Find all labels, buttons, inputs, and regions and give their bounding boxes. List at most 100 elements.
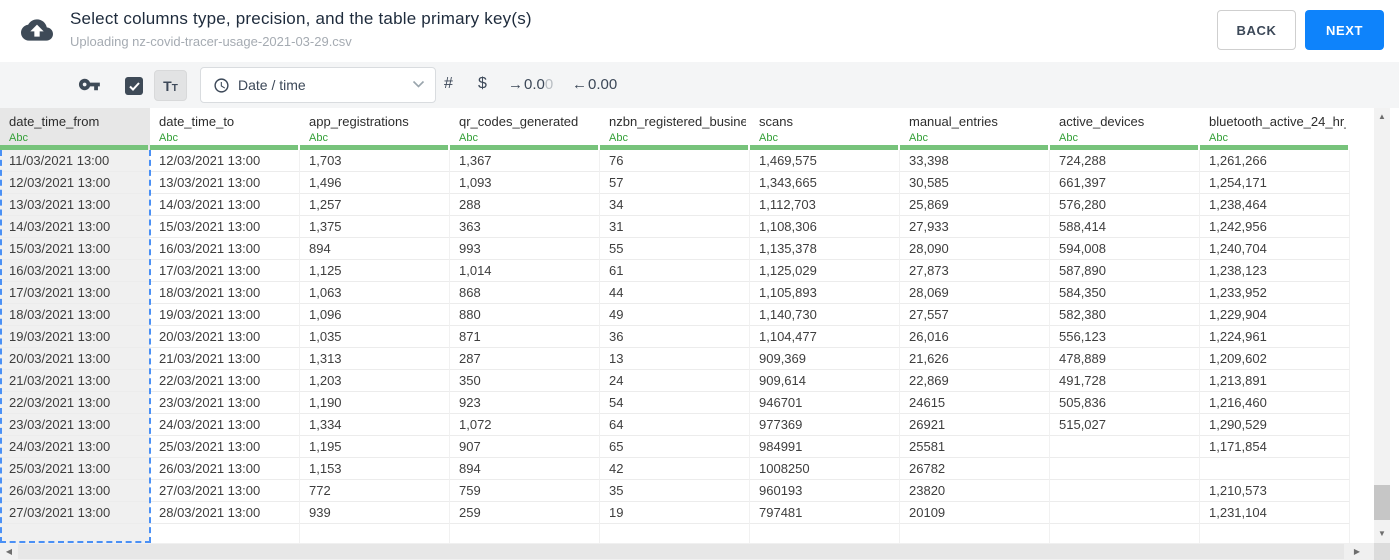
table-cell[interactable]: 14/03/2021 13:00: [150, 194, 300, 216]
table-cell[interactable]: 28,090: [900, 238, 1050, 260]
column-header-nzbn_registered_busine[interactable]: nzbn_registered_busine Abc: [600, 108, 750, 150]
table-cell[interactable]: 1,290,529: [1200, 414, 1350, 436]
table-cell[interactable]: 21,626: [900, 348, 1050, 370]
table-cell[interactable]: 16/03/2021 13:00: [150, 238, 300, 260]
table-cell[interactable]: 25/03/2021 13:00: [0, 458, 150, 480]
table-cell[interactable]: 515,027: [1050, 414, 1200, 436]
table-cell[interactable]: 24/03/2021 13:00: [150, 414, 300, 436]
table-cell[interactable]: 1,242,956: [1200, 216, 1350, 238]
table-cell[interactable]: 1,014: [450, 260, 600, 282]
vertical-scrollbar[interactable]: ▲ ▼: [1374, 108, 1390, 543]
scroll-right-icon[interactable]: ▶: [1350, 543, 1364, 560]
table-cell[interactable]: 588,414: [1050, 216, 1200, 238]
table-cell[interactable]: 1,153: [300, 458, 450, 480]
table-cell[interactable]: 20/03/2021 13:00: [0, 348, 150, 370]
table-cell[interactable]: 64: [600, 414, 750, 436]
table-cell[interactable]: 23820: [900, 480, 1050, 502]
table-cell[interactable]: 31: [600, 216, 750, 238]
table-cell[interactable]: 1,367: [450, 150, 600, 172]
table-cell[interactable]: 1,140,730: [750, 304, 900, 326]
table-cell[interactable]: 23/03/2021 13:00: [150, 392, 300, 414]
scroll-up-icon[interactable]: ▲: [1374, 110, 1390, 124]
table-cell[interactable]: 18/03/2021 13:00: [150, 282, 300, 304]
table-cell[interactable]: 909,369: [750, 348, 900, 370]
table-cell[interactable]: [1050, 524, 1200, 543]
vertical-scrollbar-thumb[interactable]: [1374, 485, 1390, 520]
table-cell[interactable]: 61: [600, 260, 750, 282]
table-cell[interactable]: 1,108,306: [750, 216, 900, 238]
table-cell[interactable]: 24: [600, 370, 750, 392]
table-cell[interactable]: [1050, 458, 1200, 480]
table-cell[interactable]: 977369: [750, 414, 900, 436]
table-cell[interactable]: 30,585: [900, 172, 1050, 194]
table-cell[interactable]: 16/03/2021 13:00: [0, 260, 150, 282]
table-cell[interactable]: 1,343,665: [750, 172, 900, 194]
table-cell[interactable]: 57: [600, 172, 750, 194]
table-cell[interactable]: 1,203: [300, 370, 450, 392]
table-cell[interactable]: 960193: [750, 480, 900, 502]
scroll-left-icon[interactable]: ◀: [2, 543, 16, 560]
table-cell[interactable]: 26921: [900, 414, 1050, 436]
table-cell[interactable]: 576,280: [1050, 194, 1200, 216]
table-cell[interactable]: 287: [450, 348, 600, 370]
table-cell[interactable]: 505,836: [1050, 392, 1200, 414]
table-cell[interactable]: 759: [450, 480, 600, 502]
primary-key-icon[interactable]: [78, 75, 102, 95]
column-header-date_time_from[interactable]: date_time_from Abc: [0, 108, 150, 150]
table-cell[interactable]: 15/03/2021 13:00: [150, 216, 300, 238]
table-cell[interactable]: 363: [450, 216, 600, 238]
table-cell[interactable]: 1,104,477: [750, 326, 900, 348]
table-cell[interactable]: 1,135,378: [750, 238, 900, 260]
table-cell[interactable]: [1200, 524, 1350, 543]
table-cell[interactable]: 24615: [900, 392, 1050, 414]
table-cell[interactable]: 1,703: [300, 150, 450, 172]
table-cell[interactable]: 1,229,904: [1200, 304, 1350, 326]
table-cell[interactable]: 11/03/2021 13:00: [0, 150, 150, 172]
table-cell[interactable]: 1,224,961: [1200, 326, 1350, 348]
table-cell[interactable]: 22/03/2021 13:00: [0, 392, 150, 414]
table-cell[interactable]: 1,233,952: [1200, 282, 1350, 304]
table-cell[interactable]: [750, 524, 900, 543]
table-cell[interactable]: 1,171,854: [1200, 436, 1350, 458]
table-cell[interactable]: [300, 524, 450, 543]
table-cell[interactable]: 25,869: [900, 194, 1050, 216]
table-cell[interactable]: 20/03/2021 13:00: [150, 326, 300, 348]
table-cell[interactable]: 1,213,891: [1200, 370, 1350, 392]
table-cell[interactable]: 491,728: [1050, 370, 1200, 392]
column-header-app_registrations[interactable]: app_registrations Abc: [300, 108, 450, 150]
table-cell[interactable]: [0, 524, 150, 543]
table-cell[interactable]: 49: [600, 304, 750, 326]
table-cell[interactable]: 15/03/2021 13:00: [0, 238, 150, 260]
table-cell[interactable]: 259: [450, 502, 600, 524]
table-cell[interactable]: 1,334: [300, 414, 450, 436]
table-cell[interactable]: 33,398: [900, 150, 1050, 172]
table-cell[interactable]: 871: [450, 326, 600, 348]
table-cell[interactable]: 894: [300, 238, 450, 260]
table-cell[interactable]: 17/03/2021 13:00: [0, 282, 150, 304]
table-cell[interactable]: 65: [600, 436, 750, 458]
table-cell[interactable]: 1,105,893: [750, 282, 900, 304]
table-cell[interactable]: 21/03/2021 13:00: [0, 370, 150, 392]
table-cell[interactable]: 1,063: [300, 282, 450, 304]
table-cell[interactable]: 1,261,266: [1200, 150, 1350, 172]
table-cell[interactable]: 27,557: [900, 304, 1050, 326]
table-cell[interactable]: [1050, 480, 1200, 502]
table-cell[interactable]: 1,210,573: [1200, 480, 1350, 502]
table-cell[interactable]: 587,890: [1050, 260, 1200, 282]
table-cell[interactable]: 1,125: [300, 260, 450, 282]
table-cell[interactable]: 724,288: [1050, 150, 1200, 172]
table-cell[interactable]: [600, 524, 750, 543]
table-cell[interactable]: 13: [600, 348, 750, 370]
table-cell[interactable]: 984991: [750, 436, 900, 458]
table-cell[interactable]: 19/03/2021 13:00: [150, 304, 300, 326]
table-cell[interactable]: 26,016: [900, 326, 1050, 348]
table-cell[interactable]: 44: [600, 282, 750, 304]
table-cell[interactable]: 797481: [750, 502, 900, 524]
currency-type-button[interactable]: $: [478, 75, 487, 93]
column-header-qr_codes_generated[interactable]: qr_codes_generated Abc: [450, 108, 600, 150]
table-cell[interactable]: 1,072: [450, 414, 600, 436]
table-cell[interactable]: 25/03/2021 13:00: [150, 436, 300, 458]
table-cell[interactable]: 1,257: [300, 194, 450, 216]
table-cell[interactable]: 661,397: [1050, 172, 1200, 194]
table-cell[interactable]: 19/03/2021 13:00: [0, 326, 150, 348]
